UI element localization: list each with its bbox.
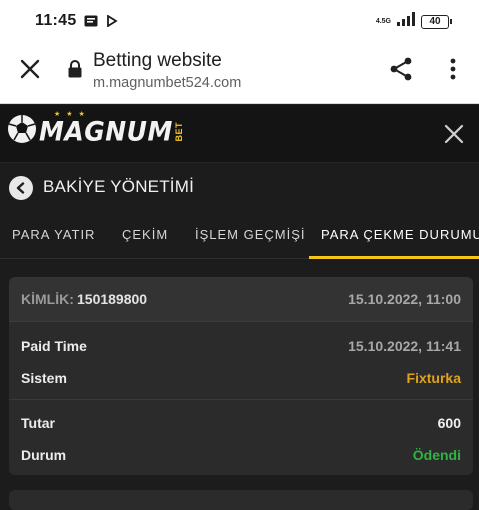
tab-deposit[interactable]: PARA YATIR xyxy=(12,227,95,242)
withdrawal-card-header: KİMLİK: 150189800 15.10.2022, 11:00 xyxy=(9,277,473,322)
created-date: 15.10.2022, 11:00 xyxy=(348,291,461,307)
paid-time-label: Paid Time xyxy=(21,338,87,354)
system-label: Sistem xyxy=(21,370,67,386)
tab-transaction-history[interactable]: İŞLEM GEÇMİŞİ xyxy=(195,227,306,242)
balance-tabs: PARA YATIR ÇEKİM İŞLEM GEÇMİŞİ PARA ÇEKM… xyxy=(0,211,479,259)
paid-time-value: 15.10.2022, 11:41 xyxy=(348,338,461,354)
chevron-left-icon xyxy=(16,182,25,194)
network-type: 4.5G xyxy=(375,18,391,25)
tab-withdraw[interactable]: ÇEKİM xyxy=(122,227,168,242)
battery-icon: 40 xyxy=(421,14,452,29)
id-label: KİMLİK: xyxy=(21,291,74,307)
status-time: 11:45 xyxy=(35,12,77,29)
notification-icon xyxy=(84,14,98,32)
card-divider xyxy=(9,399,473,400)
id-value: 150189800 xyxy=(77,291,148,307)
amount-label: Tutar xyxy=(21,415,55,431)
withdrawal-card: KİMLİK: 150189800 15.10.2022, 11:00 Paid… xyxy=(9,277,473,475)
back-button[interactable] xyxy=(9,176,33,200)
status-label: Durum xyxy=(21,447,67,463)
system-value: Fixturka xyxy=(406,370,461,386)
page-header: BAKİYE YÖNETİMİ xyxy=(0,163,479,211)
signal-icon xyxy=(397,12,415,31)
soccer-ball-icon xyxy=(6,113,38,150)
withdrawal-list: KİMLİK: 150189800 15.10.2022, 11:00 Paid… xyxy=(0,259,479,510)
browser-toolbar: Betting website m.magnumbet524.com xyxy=(0,40,479,104)
site-logo[interactable]: ★★★ MAGNUM BET xyxy=(6,111,184,150)
tab-withdrawal-status[interactable]: PARA ÇEKME DURUMU xyxy=(321,227,479,242)
amount-value: 600 xyxy=(437,415,461,431)
logo-bet-suffix: BET xyxy=(173,121,184,142)
close-icon[interactable] xyxy=(443,123,465,150)
share-icon[interactable] xyxy=(388,56,414,87)
page-title: BAKİYE YÖNETİMİ xyxy=(43,177,195,196)
logo-wordmark: MAGNUM xyxy=(39,116,173,147)
withdrawal-card-next xyxy=(9,490,473,510)
lock-icon xyxy=(67,59,83,84)
page-tab-title: Betting website xyxy=(93,50,222,71)
url-bar[interactable]: m.magnumbet524.com xyxy=(93,75,241,91)
status-badge: Ödendi xyxy=(412,447,461,463)
site-header: ★★★ MAGNUM BET xyxy=(0,105,479,163)
play-icon xyxy=(106,14,118,32)
close-tab-icon[interactable] xyxy=(18,57,42,81)
more-menu-icon[interactable] xyxy=(445,56,461,87)
status-bar: 11:45 4.5G 40 xyxy=(0,0,479,40)
